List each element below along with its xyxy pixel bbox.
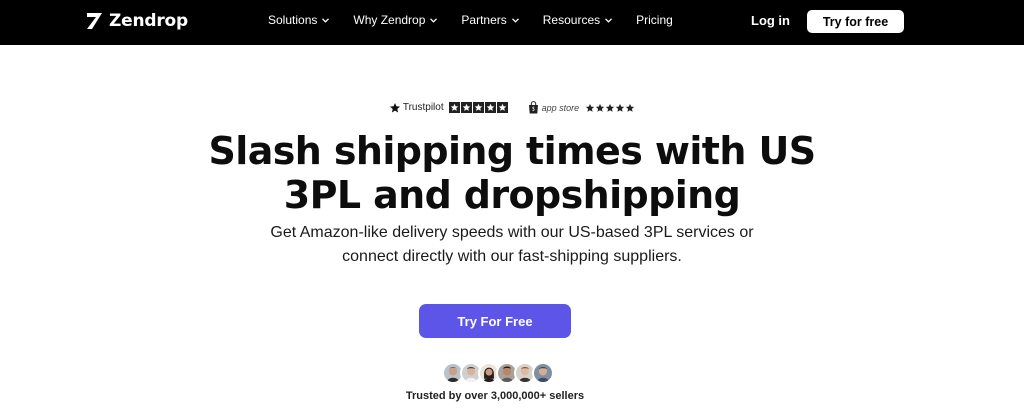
hero-subheadline: Get Amazon-like delivery speeds with our…: [0, 221, 1024, 269]
trustpilot-label: Trustpilot: [402, 102, 444, 113]
avatar: [532, 362, 554, 384]
trusted-by-text: Trusted by over 3,000,000+ sellers: [405, 390, 585, 402]
hero-subheadline-line-1: Get Amazon-like delivery speeds with our…: [270, 224, 754, 241]
brand-name: Zendrop: [109, 11, 188, 31]
menu-item-solutions[interactable]: Solutions: [268, 13, 330, 27]
star-box-icon: [496, 102, 508, 113]
try-for-free-nav-button[interactable]: Try for free: [807, 10, 904, 33]
star-box-icon: [484, 102, 496, 113]
star-box-icon: [460, 102, 472, 113]
shopping-bag-icon: [528, 101, 538, 114]
hero-headline-line-2: 3PL and dropshipping: [283, 173, 741, 217]
menu-item-label: Solutions: [268, 13, 318, 27]
app-store-label: app store: [541, 102, 580, 113]
brand-logo[interactable]: Zendrop: [86, 11, 188, 31]
top-navigation: Zendrop Solutions Why Zendrop Partners R…: [0, 0, 1024, 45]
trustpilot-stars: [448, 102, 508, 113]
ratings-bar: Trustpilot app store: [0, 101, 1024, 114]
trustpilot-rating[interactable]: Trustpilot: [389, 102, 508, 114]
star-icon: [605, 103, 615, 112]
menu-item-resources[interactable]: Resources: [542, 13, 613, 27]
menu-item-pricing[interactable]: Pricing: [636, 13, 673, 27]
chevron-down-icon: [511, 17, 519, 23]
hero-headline-line-1: Slash shipping times with US: [208, 129, 817, 173]
menu-item-label: Resources: [542, 13, 601, 27]
menu-item-label: Pricing: [636, 13, 673, 27]
app-store-stars: [585, 103, 635, 113]
star-icon: [585, 103, 595, 112]
app-store-rating[interactable]: app store: [528, 101, 636, 114]
menu-item-why-zendrop[interactable]: Why Zendrop: [353, 13, 438, 27]
star-icon: [625, 103, 635, 112]
star-box-icon: [472, 102, 484, 113]
hero-subheadline-line-2: connect directly with our fast-shipping …: [342, 248, 682, 265]
star-box-icon: [448, 102, 460, 113]
seller-avatars: [442, 362, 554, 384]
chevron-down-icon: [322, 17, 330, 23]
chevron-down-icon: [605, 17, 613, 23]
try-for-free-hero-button[interactable]: Try For Free: [419, 304, 571, 338]
zendrop-logo-icon: [87, 13, 102, 29]
hero-headline: Slash shipping times with US 3PL and dro…: [0, 129, 1024, 217]
trustpilot-star-icon: [389, 102, 400, 112]
star-icon: [615, 103, 625, 112]
menu-item-label: Partners: [461, 13, 507, 27]
star-icon: [595, 103, 605, 112]
chevron-down-icon: [430, 17, 438, 23]
menu-item-label: Why Zendrop: [353, 13, 426, 27]
login-link[interactable]: Log in: [751, 13, 790, 28]
main-menu: Solutions Why Zendrop Partners Resources…: [268, 13, 673, 27]
menu-item-partners[interactable]: Partners: [461, 13, 519, 27]
